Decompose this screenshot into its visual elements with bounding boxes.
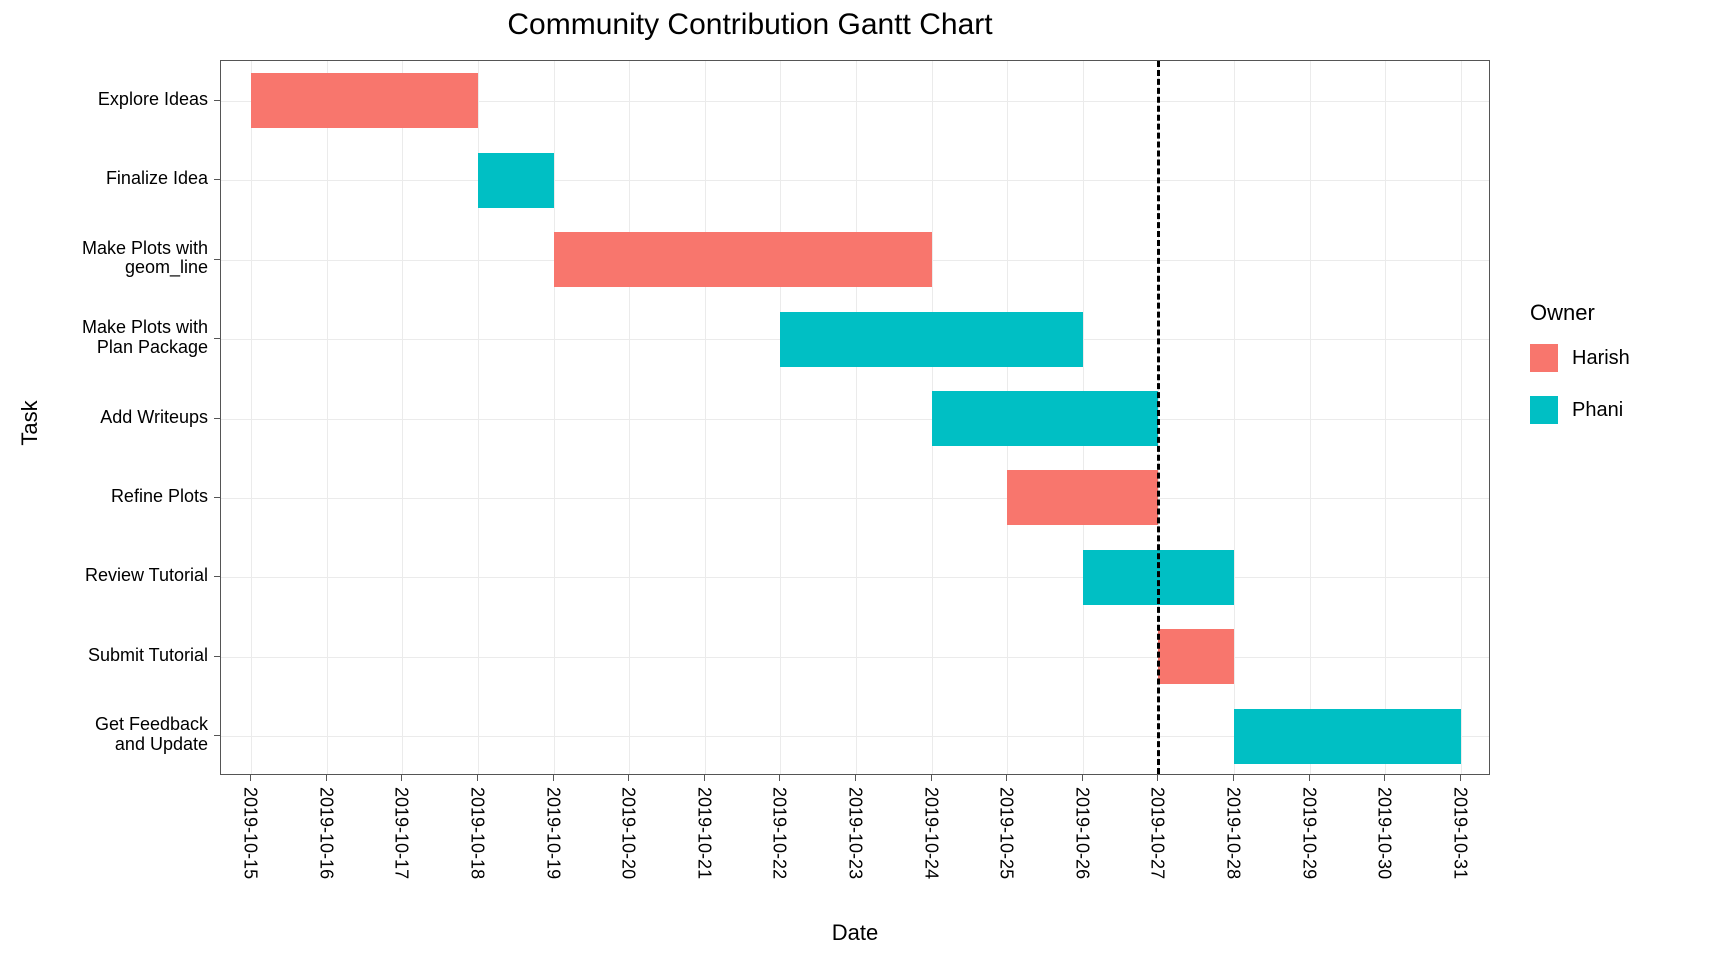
legend-swatch xyxy=(1530,344,1558,372)
x-tick-label: 2019-10-26 xyxy=(1071,787,1092,879)
reference-line xyxy=(1157,61,1160,774)
y-tick-label: Get Feedbackand Update xyxy=(8,715,208,755)
x-tick-label: 2019-10-23 xyxy=(845,787,866,879)
y-tick-label: Explore Ideas xyxy=(8,90,208,110)
gantt-bar xyxy=(554,232,932,287)
legend-label: Phani xyxy=(1572,399,1623,422)
x-tick-label: 2019-10-25 xyxy=(996,787,1017,879)
legend-item-harish: Harish xyxy=(1530,344,1630,372)
gantt-bar xyxy=(1007,470,1158,525)
x-tick-label: 2019-10-29 xyxy=(1298,787,1319,879)
x-axis-label: Date xyxy=(220,920,1490,946)
y-axis-label: Task xyxy=(17,383,43,463)
gantt-bar xyxy=(1234,709,1461,764)
y-tick-label: Submit Tutorial xyxy=(8,646,208,666)
y-tick-label: Refine Plots xyxy=(8,487,208,507)
legend: Owner Harish Phani xyxy=(1530,300,1630,448)
gantt-bar xyxy=(251,73,478,128)
legend-item-phani: Phani xyxy=(1530,396,1630,424)
x-tick-label: 2019-10-22 xyxy=(769,787,790,879)
x-tick-label: 2019-10-24 xyxy=(920,787,941,879)
x-tick-label: 2019-10-19 xyxy=(542,787,563,879)
x-tick-label: 2019-10-16 xyxy=(315,787,336,879)
x-tick-label: 2019-10-31 xyxy=(1449,787,1470,879)
x-tick-label: 2019-10-27 xyxy=(1147,787,1168,879)
gantt-bar xyxy=(780,312,1082,367)
legend-swatch xyxy=(1530,396,1558,424)
x-tick-label: 2019-10-17 xyxy=(391,787,412,879)
plot-panel xyxy=(220,60,1490,775)
chart-title: Community Contribution Gantt Chart xyxy=(0,8,1500,42)
legend-label: Harish xyxy=(1572,347,1630,370)
gantt-bar xyxy=(478,153,554,208)
x-tick-label: 2019-10-15 xyxy=(240,787,261,879)
y-tick-label: Review Tutorial xyxy=(8,566,208,586)
x-tick-label: 2019-10-28 xyxy=(1222,787,1243,879)
gantt-bar xyxy=(1158,629,1234,684)
x-tick-label: 2019-10-21 xyxy=(693,787,714,879)
y-tick-label: Finalize Idea xyxy=(8,169,208,189)
legend-title: Owner xyxy=(1530,300,1630,326)
y-tick-label: Make Plots withgeom_line xyxy=(8,239,208,279)
gantt-chart: Community Contribution Gantt Chart Explo… xyxy=(0,0,1728,960)
x-tick-label: 2019-10-18 xyxy=(467,787,488,879)
x-tick-label: 2019-10-30 xyxy=(1374,787,1395,879)
x-tick-label: 2019-10-20 xyxy=(618,787,639,879)
gantt-bar xyxy=(932,391,1159,446)
y-tick-label: Make Plots withPlan Package xyxy=(8,318,208,358)
